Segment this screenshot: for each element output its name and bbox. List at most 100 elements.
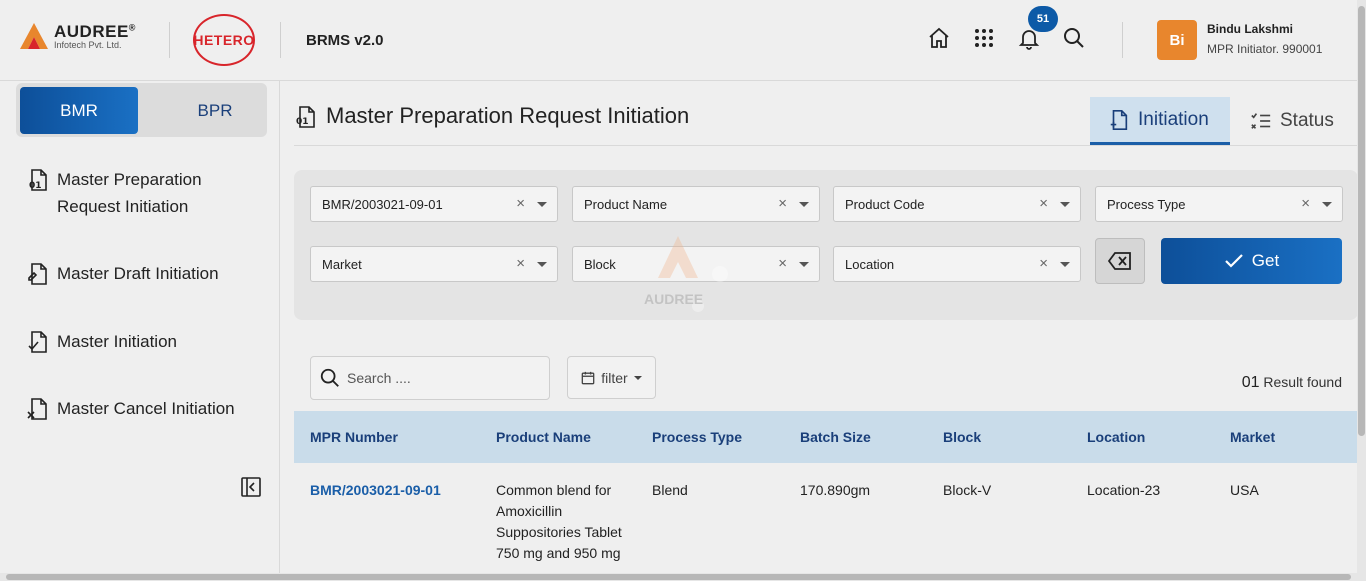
document-01-icon: 01 (29, 169, 47, 191)
location-select[interactable]: Location × (833, 246, 1081, 282)
column-header-batch-size[interactable]: Batch Size (800, 429, 871, 445)
clear-select-icon[interactable]: × (516, 195, 525, 212)
page-title: Master Preparation Request Initiation (326, 103, 690, 128)
filter-label: filter (601, 369, 628, 386)
header-divider (1122, 22, 1123, 58)
product-name-line: Suppositories Tablet (496, 524, 622, 540)
document-01-icon: 01 (296, 106, 315, 128)
top-header: AUDREE® Infotech Pvt. Ltd. HETERO BRMS v… (0, 0, 1366, 81)
product-name-line: Common blend for (496, 482, 612, 498)
clear-select-icon[interactable]: × (1039, 255, 1048, 272)
home-icon[interactable] (927, 26, 951, 50)
table-header: MPR Number Product Name Process Type Bat… (294, 411, 1358, 463)
scrollbar-thumb[interactable] (1358, 6, 1365, 436)
sidebar-item-master-cancel-initiation[interactable]: Master Cancel Initiation (26, 395, 235, 422)
user-avatar[interactable]: Bi (1157, 20, 1197, 60)
clear-select-icon[interactable]: × (778, 255, 787, 272)
chevron-down-icon[interactable] (537, 202, 547, 207)
document-check-icon (28, 331, 47, 353)
audree-logo-mark (20, 23, 48, 49)
select-placeholder: Location (845, 256, 895, 272)
sidebar-item-label: Master Initiation (57, 332, 177, 351)
svg-text:01: 01 (29, 181, 42, 191)
market-cell: USA (1230, 482, 1259, 498)
column-header-market[interactable]: Market (1230, 429, 1275, 445)
column-header-product-name[interactable]: Product Name (496, 429, 591, 445)
column-header-process-type[interactable]: Process Type (652, 429, 742, 445)
result-count-number: 01 (1241, 374, 1260, 391)
get-button[interactable]: Get (1161, 238, 1342, 284)
result-count-suffix: Result found (1263, 374, 1342, 390)
chevron-down-icon[interactable] (799, 202, 809, 207)
column-header-block[interactable]: Block (943, 429, 981, 445)
mpr-number-select[interactable]: BMR/2003021-09-01 × (310, 186, 558, 222)
document-cancel-icon (27, 398, 47, 420)
clear-filters-button[interactable] (1095, 238, 1145, 284)
tab-initiation[interactable]: Initiation (1090, 97, 1230, 145)
audree-logo[interactable]: AUDREE® Infotech Pvt. Ltd. (20, 22, 136, 50)
brand-registered-mark: ® (128, 22, 136, 33)
tab-status[interactable]: Status (1250, 97, 1334, 145)
sidebar-item-master-preparation-request-initiation[interactable]: 01 Master Preparation Request Initiation (26, 166, 202, 220)
sidebar-item-label: Master Preparation (57, 170, 202, 189)
column-header-mpr-number[interactable]: MPR Number (310, 429, 398, 445)
clear-select-icon[interactable]: × (516, 255, 525, 272)
search-icon (320, 368, 339, 387)
bmr-toggle-button[interactable]: BMR (20, 87, 138, 134)
clear-select-icon[interactable]: × (1039, 195, 1048, 212)
user-name[interactable]: Bindu Lakshmi (1207, 22, 1293, 36)
scrollbar-thumb[interactable] (6, 574, 1351, 580)
process-type-select[interactable]: Process Type × (1095, 186, 1343, 222)
search-icon[interactable] (1062, 26, 1086, 50)
caret-down-icon (633, 375, 642, 380)
sidebar-item-label: Master Draft Initiation (57, 264, 219, 283)
notification-badge[interactable]: 51 (1028, 6, 1058, 32)
search-input[interactable] (347, 370, 537, 386)
chevron-down-icon[interactable] (1322, 202, 1332, 207)
chevron-down-icon[interactable] (537, 262, 547, 267)
location-cell: Location-23 (1087, 482, 1161, 498)
sidebar: BMR BPR 01 Master Preparation Request In… (0, 81, 280, 581)
clear-select-icon[interactable]: × (1301, 195, 1310, 212)
block-cell: Block-V (943, 482, 992, 498)
collapse-sidebar-icon[interactable] (241, 477, 261, 497)
sidebar-item-label: Master Cancel Initiation (57, 399, 235, 418)
title-divider (294, 145, 1358, 146)
market-select[interactable]: Market × (310, 246, 558, 282)
result-count: 01 Result found (1242, 374, 1342, 392)
column-header-location[interactable]: Location (1087, 429, 1145, 445)
calendar-icon (581, 371, 595, 384)
horizontal-scrollbar[interactable] (0, 573, 1357, 581)
results-section: filter 01 Result found MPR Number Produc… (294, 344, 1358, 581)
select-placeholder: Market (322, 256, 362, 272)
batch-size-cell: 170.890gm (800, 482, 871, 498)
header-divider (280, 22, 281, 58)
select-placeholder: Product Name (584, 196, 668, 212)
sidebar-item-master-draft-initiation[interactable]: Master Draft Initiation (26, 260, 219, 287)
chevron-down-icon[interactable] (1060, 262, 1070, 267)
mpr-number-link[interactable]: BMR/2003021-09-01 (310, 480, 441, 501)
product-name-select[interactable]: Product Name × (572, 186, 820, 222)
check-icon (1225, 254, 1243, 268)
checklist-icon (1251, 113, 1271, 129)
chevron-down-icon[interactable] (1060, 202, 1070, 207)
clear-select-icon[interactable]: × (778, 195, 787, 212)
product-name-cell: Common blend for Amoxicillin Suppositori… (496, 480, 622, 564)
product-name-line: Amoxicillin (496, 503, 563, 519)
chevron-down-icon[interactable] (799, 262, 809, 267)
search-box[interactable] (310, 356, 550, 400)
app-title: BRMS v2.0 (306, 32, 384, 49)
vertical-scrollbar[interactable] (1357, 0, 1366, 581)
apps-grid-icon[interactable] (972, 26, 996, 50)
tab-label: Status (1280, 110, 1334, 131)
product-code-select[interactable]: Product Code × (833, 186, 1081, 222)
bmr-bpr-toggle: BMR BPR (16, 83, 267, 137)
select-placeholder: Product Code (845, 196, 925, 212)
sidebar-item-master-initiation[interactable]: Master Initiation (26, 328, 177, 355)
tab-label: Initiation (1138, 108, 1209, 130)
filter-dropdown-button[interactable]: filter (567, 356, 656, 399)
select-value: BMR/2003021-09-01 (322, 196, 443, 212)
hetero-logo: HETERO (193, 14, 255, 66)
document-draft-icon (28, 263, 47, 285)
bpr-toggle-button[interactable]: BPR (156, 87, 274, 134)
